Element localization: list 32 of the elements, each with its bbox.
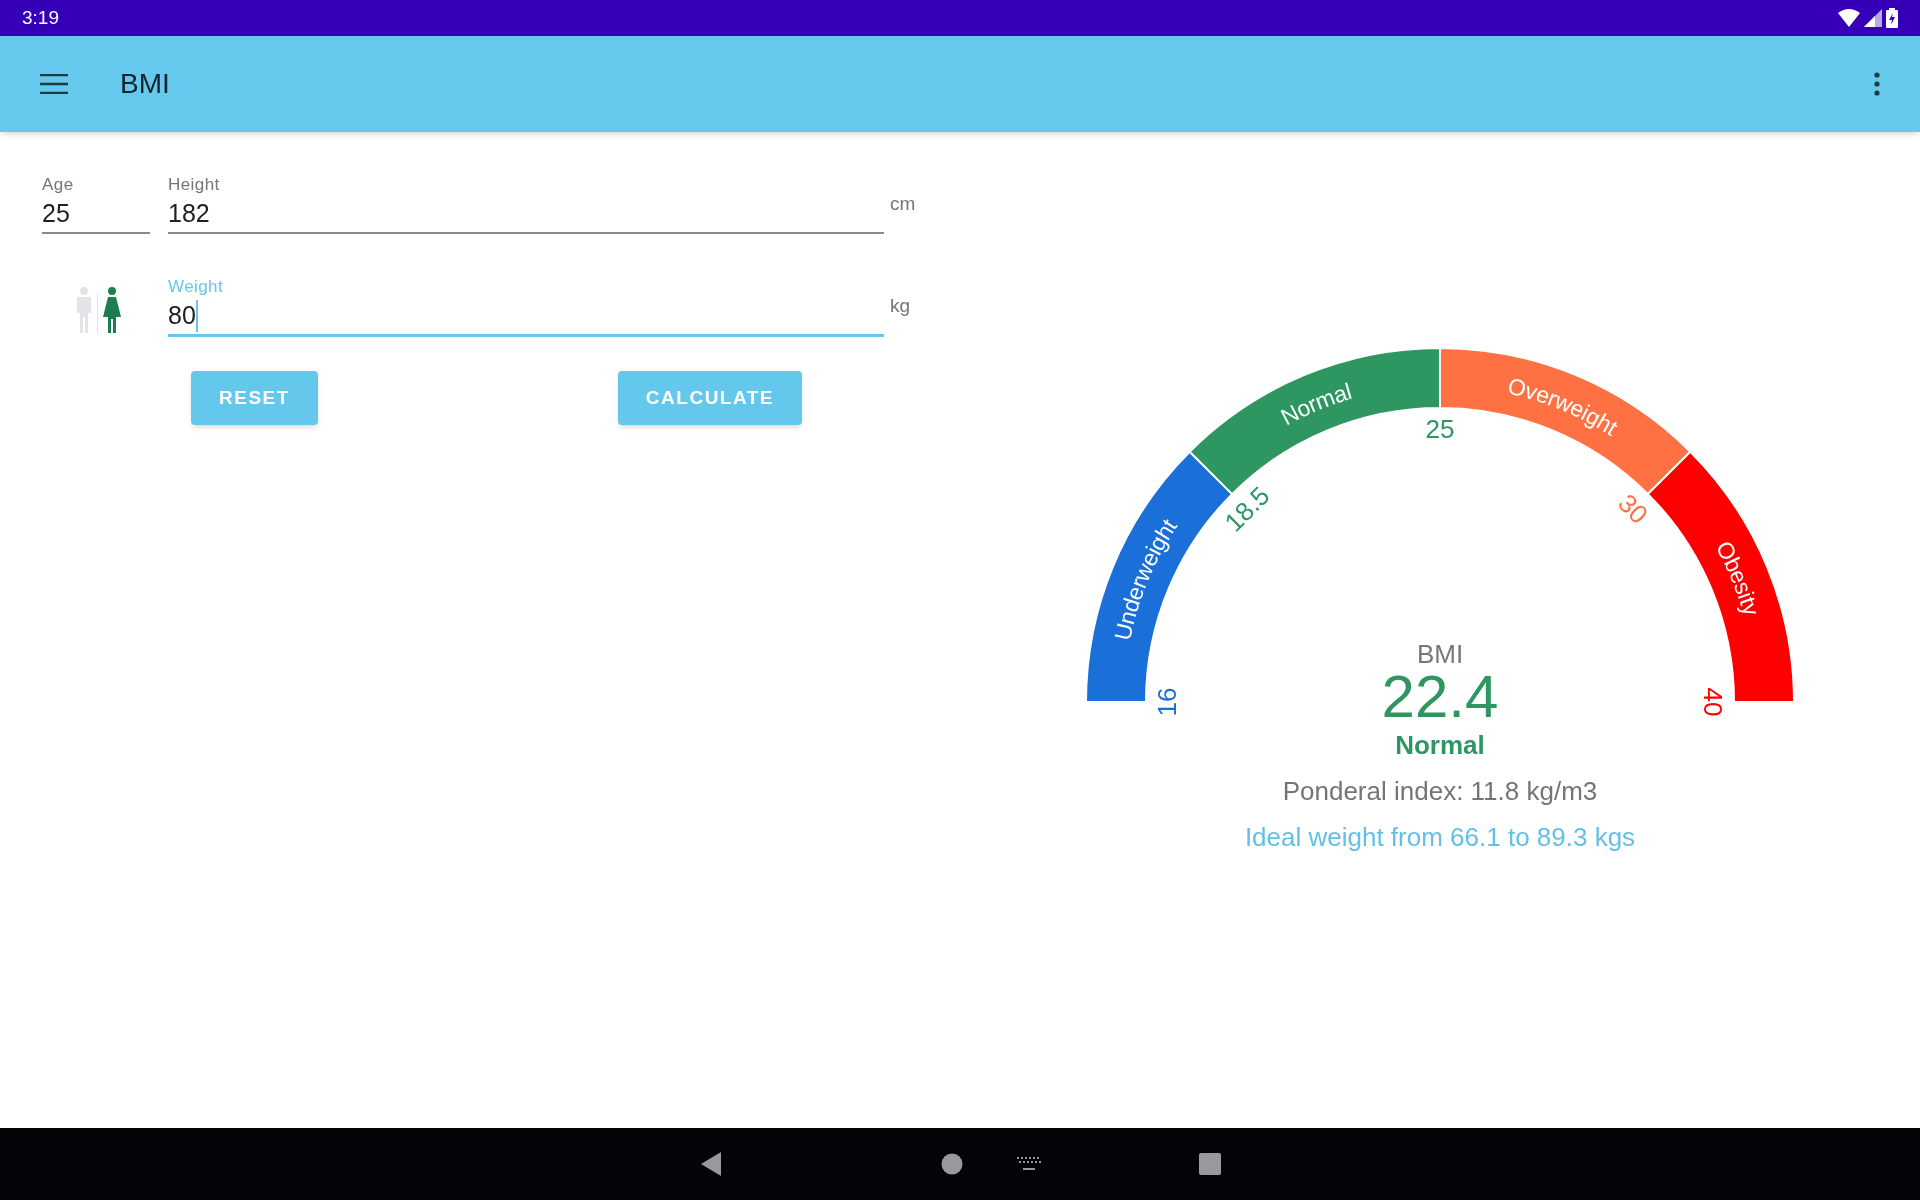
signal-icon [1864,9,1882,27]
more-options-icon[interactable] [1874,72,1880,96]
text-field[interactable]: Height 182 [168,174,884,234]
field-label: Age [42,174,75,196]
field-value: 25 [42,198,70,230]
field-value: 80 [168,300,196,332]
wifi-icon [1838,9,1860,27]
text-field[interactable]: Age 25 [42,174,150,234]
menu-icon[interactable] [40,74,68,94]
battery-icon [1886,8,1898,28]
scale-label: 16 [1152,687,1182,717]
bmi-value: 22.4 [1381,668,1499,726]
scale-label: 30 [1612,488,1654,530]
ideal-weight-text: Ideal weight from 66.1 to 89.3 kgs [1244,822,1636,852]
unit-label: kg [889,294,912,319]
unit-label: cm [889,191,917,216]
home-icon[interactable] [941,1153,963,1175]
bmi-category: Normal [1395,730,1485,760]
field-value: 182 [168,198,210,230]
bmi-caption: BMI [1416,640,1464,668]
clock-text: 3:19 [22,5,59,30]
field-label: Weight [168,276,225,298]
back-icon[interactable] [699,1151,723,1177]
text-field[interactable]: Weight 80 [168,276,884,337]
scale-label: 25 [1425,414,1455,444]
ponderal-index-text: Ponderal index: 11.8 kg/m3 [1282,776,1598,806]
field-label: Height [168,174,221,196]
keyboard-icon[interactable] [1017,1157,1041,1171]
app-title: BMI [120,67,170,101]
text-cursor [195,300,198,332]
scale-label: 40 [1698,687,1728,717]
woman-icon[interactable] [101,287,122,333]
